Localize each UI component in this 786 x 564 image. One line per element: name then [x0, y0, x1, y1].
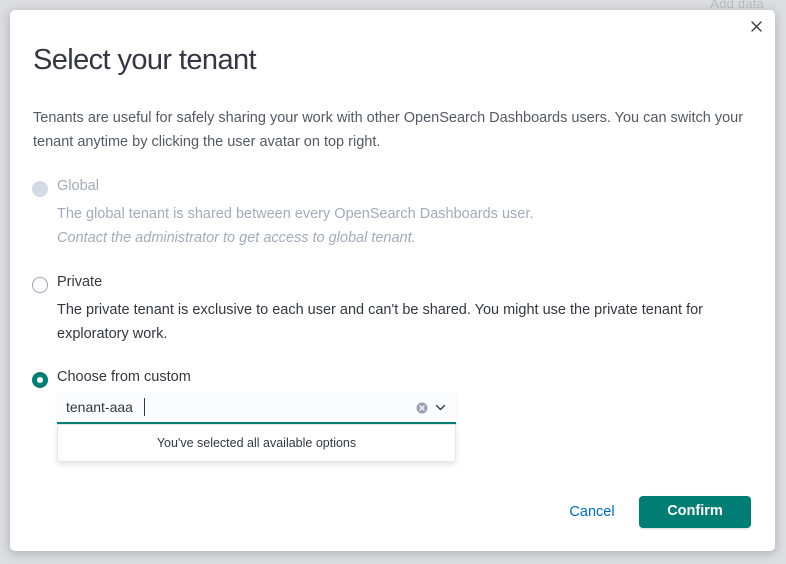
- private-help-line2: exploratory work.: [57, 326, 168, 342]
- text-cursor: [144, 398, 145, 416]
- global-label: Global: [57, 178, 99, 194]
- global-help: The global tenant is shared between ever…: [57, 206, 534, 222]
- clear-selection-button[interactable]: [416, 401, 428, 414]
- select-tenant-modal: Select your tenant Tenants are useful fo…: [10, 10, 775, 551]
- combobox-selected-value: tenant-aaa: [66, 399, 133, 415]
- modal-title: Select your tenant: [33, 44, 257, 76]
- cancel-button[interactable]: Cancel: [555, 504, 629, 520]
- close-button[interactable]: [747, 17, 765, 35]
- all-options-selected-message: You've selected all available options: [156, 436, 357, 450]
- private-radio[interactable]: [32, 277, 48, 293]
- custom-radio[interactable]: [32, 372, 48, 388]
- private-label[interactable]: Private: [57, 274, 102, 290]
- custom-tenant-combobox[interactable]: tenant-aaa: [57, 392, 456, 424]
- clear-icon: [416, 402, 428, 414]
- modal-description: Tenants are useful for safely sharing yo…: [33, 110, 744, 150]
- confirm-button[interactable]: Confirm: [639, 496, 751, 528]
- global-note: Contact the administrator to get access …: [57, 230, 416, 246]
- close-icon: [750, 20, 762, 32]
- chevron-down-icon: [435, 404, 446, 411]
- global-radio: [32, 181, 48, 197]
- custom-label[interactable]: Choose from custom: [57, 369, 191, 385]
- open-options-button[interactable]: [434, 401, 447, 414]
- combobox-options-list: You've selected all available options: [57, 424, 456, 462]
- private-help-line1: The private tenant is exclusive to each …: [57, 302, 704, 318]
